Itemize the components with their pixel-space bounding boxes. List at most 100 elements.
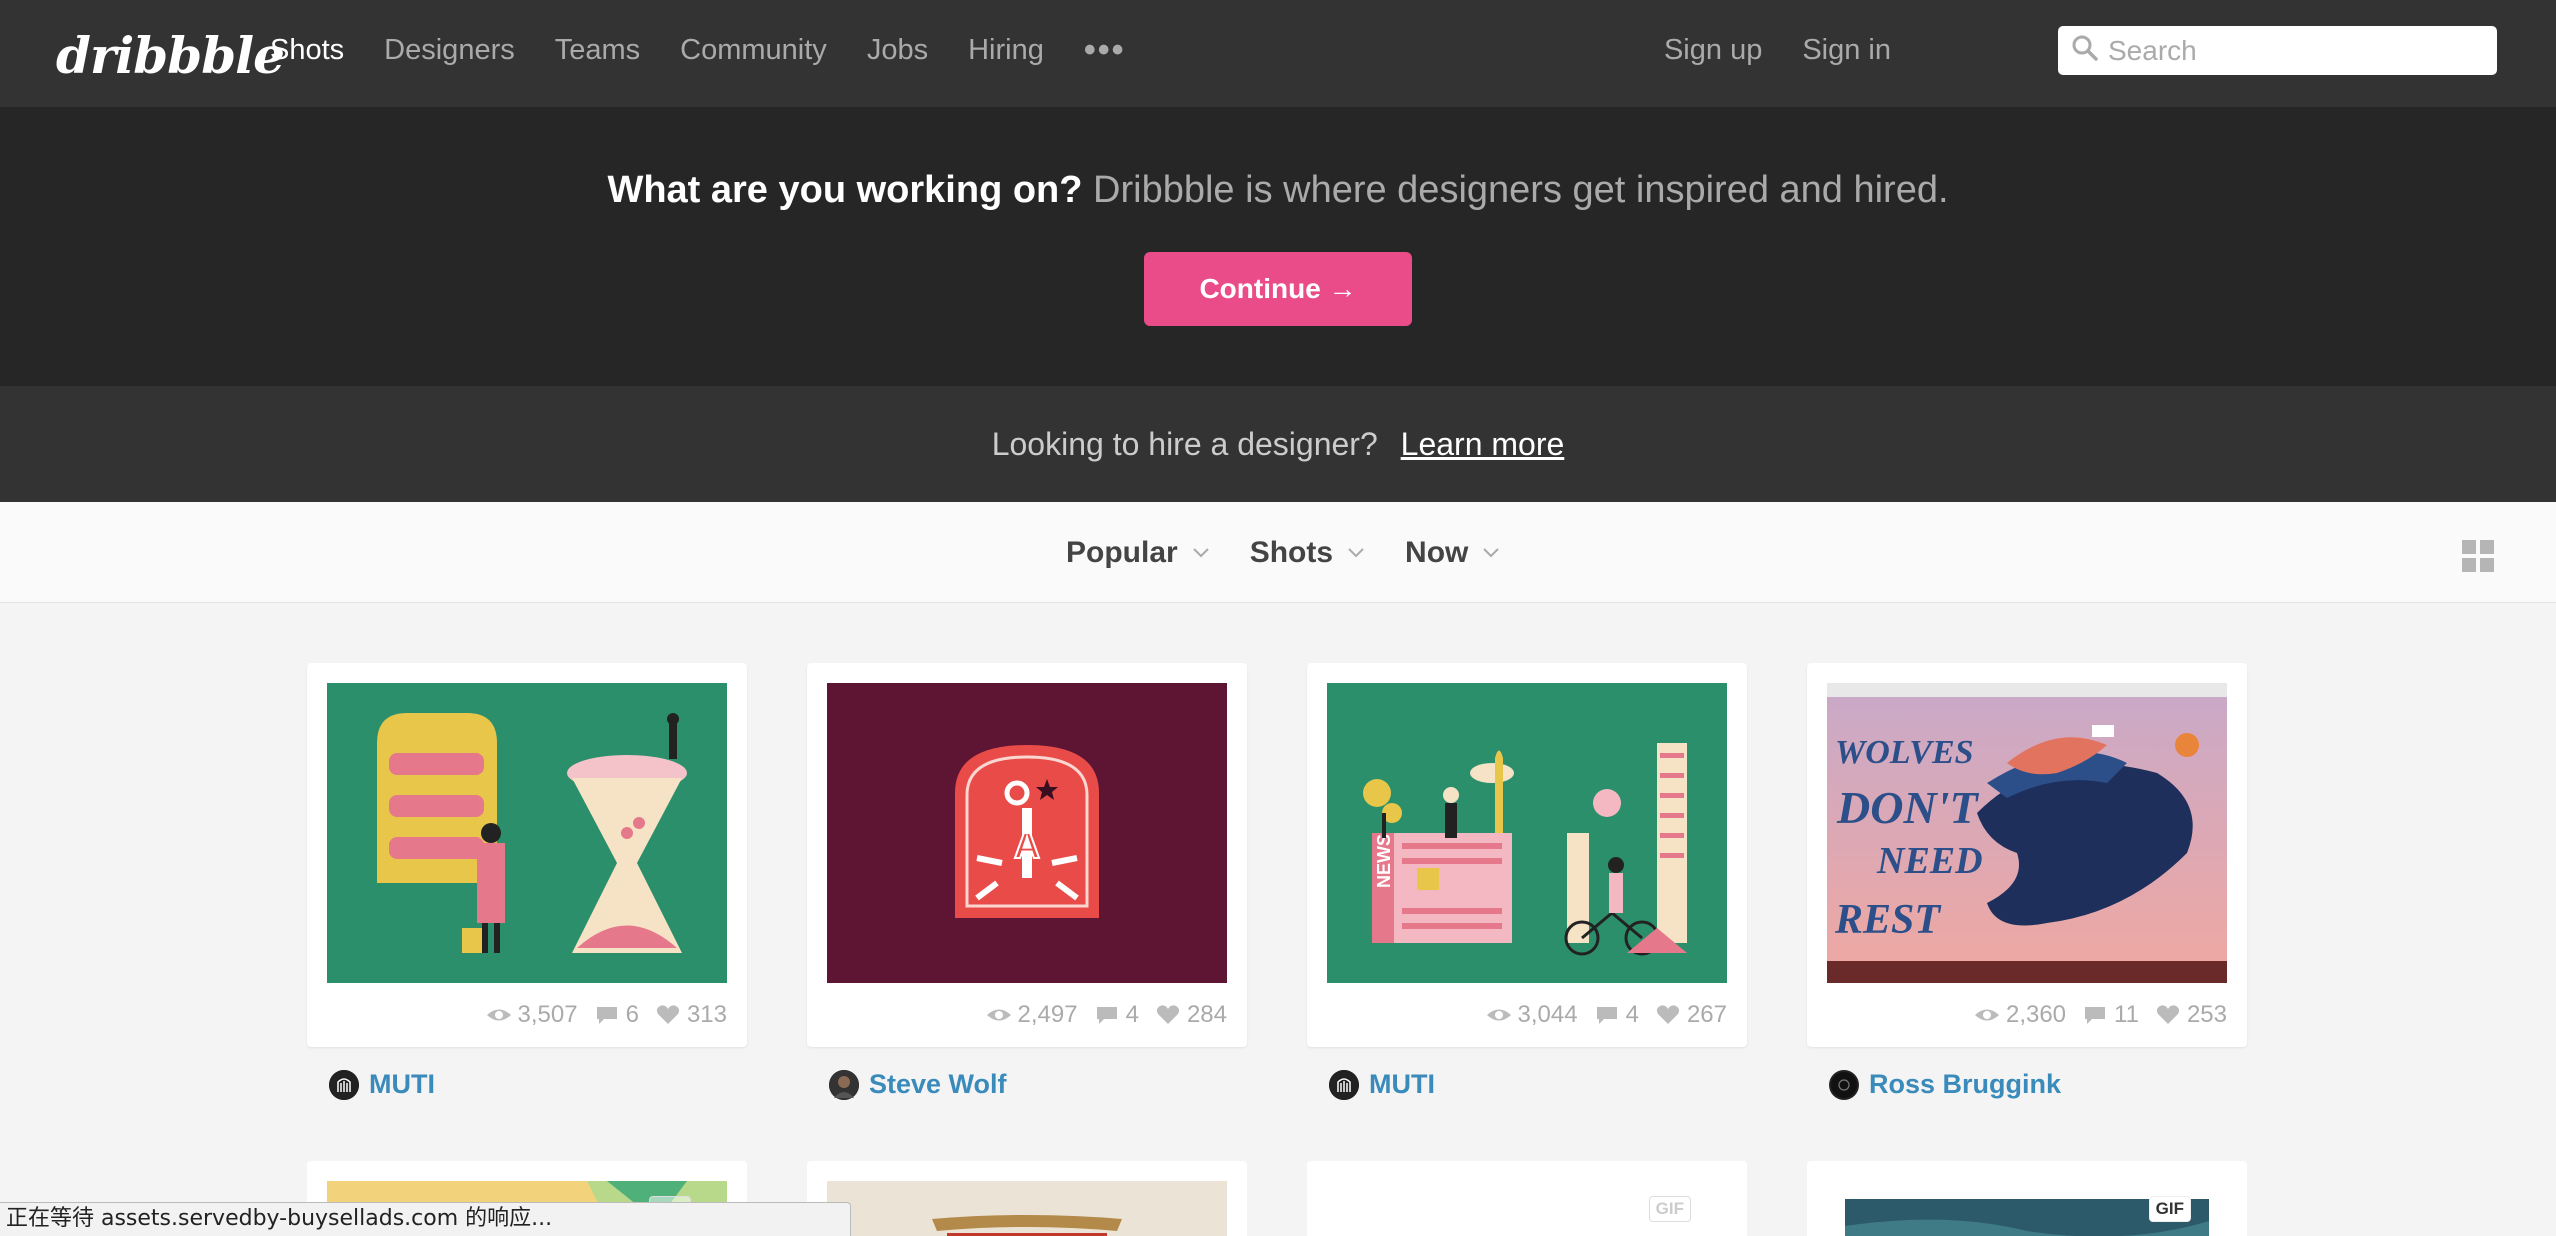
eye-icon (486, 1009, 511, 1021)
shot-author[interactable]: MUTI (1307, 1069, 1747, 1100)
views-stat: 3,507 (486, 1001, 578, 1029)
comments-stat[interactable]: 4 (1094, 1001, 1139, 1029)
hero-tagline: Dribbble is where designers get inspired… (1093, 169, 1949, 211)
comment-icon (1596, 1007, 1617, 1024)
shot-item: WOLVES DON'T NEED REST 2,360 11 253 Ross… (1807, 663, 2247, 1100)
time-filter-dropdown[interactable]: Now (1405, 536, 1500, 570)
nav-community[interactable]: Community (680, 34, 827, 67)
heart-icon (1156, 1005, 1180, 1024)
shot-card[interactable]: NEWS 3,044 4 267 (1307, 663, 1747, 1047)
hero-question: What are you working on? (607, 169, 1083, 211)
shot-author[interactable]: MUTI (307, 1069, 747, 1100)
chevron-down-icon (1483, 547, 1500, 557)
news-sign-text: NEWS (1374, 834, 1394, 888)
time-filter-label: Now (1405, 535, 1469, 569)
comment-icon (596, 1007, 617, 1024)
nav-shots[interactable]: Shots (270, 34, 344, 67)
shot-thumbnail[interactable] (327, 683, 727, 983)
shot-stats: 3,507 6 313 (327, 983, 727, 1047)
top-nav: dribbble Shots Designers Teams Community… (0, 0, 2556, 107)
search-icon (2070, 33, 2100, 68)
likes-count: 253 (2186, 1001, 2227, 1028)
comments-count: 11 (2114, 1001, 2139, 1028)
chevron-down-icon (1348, 547, 1364, 557)
gif-badge: GIF (2148, 1196, 2191, 1222)
sign-in-link[interactable]: Sign in (1802, 34, 1891, 67)
nav-hiring[interactable]: Hiring (968, 34, 1044, 67)
filter-bar: Popular Shots Now (0, 502, 2556, 603)
dribbble-logo[interactable]: dribbble (56, 26, 285, 85)
comments-stat[interactable]: 6 (594, 1001, 639, 1029)
shot-stats: 3,044 4 267 (1327, 983, 1727, 1047)
shot-author[interactable]: Ross Bruggink (1807, 1069, 2247, 1100)
comments-stat[interactable]: 4 (1594, 1001, 1639, 1029)
dont-text: DON'T (1836, 782, 1979, 833)
likes-stat[interactable]: 267 (1655, 1001, 1727, 1029)
likes-stat[interactable]: 313 (655, 1001, 727, 1029)
type-filter-label: Shots (1249, 535, 1334, 569)
heart-icon (2156, 1005, 2180, 1024)
likes-stat[interactable]: 253 (2155, 1001, 2227, 1029)
more-menu-icon[interactable]: ••• (1084, 31, 1126, 70)
author-name[interactable]: Steve Wolf (869, 1069, 1007, 1100)
wolves-text: WOLVES (1835, 734, 1974, 771)
search-input[interactable] (2108, 34, 2488, 67)
avatar[interactable] (1829, 1069, 1859, 1100)
grid-view-icon[interactable] (2462, 540, 2494, 572)
hero-banner: What are you working on? Dribbble is whe… (0, 107, 2556, 386)
nav-teams[interactable]: Teams (555, 34, 640, 67)
eye-icon (986, 1009, 1011, 1021)
shot-thumbnail[interactable]: A (827, 683, 1227, 983)
author-name[interactable]: Ross Bruggink (1869, 1069, 2061, 1100)
comment-icon (1096, 1007, 1117, 1024)
author-name[interactable]: MUTI (369, 1069, 435, 1100)
shot-thumbnail[interactable]: NEWS (1327, 683, 1727, 983)
views-stat: 2,360 (1974, 1001, 2066, 1029)
hero-headline: What are you working on? Dribbble is whe… (0, 169, 2556, 212)
eye-icon (1974, 1009, 1999, 1021)
shot-item: NEWS 3,044 4 267 MUTI (1307, 663, 1747, 1100)
continue-button[interactable]: Continue → (1144, 252, 1412, 326)
hire-text: Looking to hire a designer? (991, 426, 1378, 462)
need-text: NEED (1876, 840, 1983, 882)
shot-card[interactable]: GIF (1807, 1161, 2247, 1236)
learn-more-link[interactable]: Learn more (1401, 426, 1565, 462)
auth-links: Sign up Sign in (1664, 0, 1891, 100)
shot-card[interactable]: A 2,497 4 284 (807, 663, 1247, 1047)
comments-count: 6 (625, 1001, 639, 1028)
avatar[interactable] (829, 1069, 859, 1100)
likes-stat[interactable]: 284 (1155, 1001, 1227, 1029)
comments-stat[interactable]: 11 (2082, 1001, 2139, 1029)
chevron-down-icon (1192, 547, 1209, 557)
likes-count: 284 (1186, 1001, 1227, 1028)
type-filter-dropdown[interactable]: Shots (1250, 536, 1365, 570)
comments-count: 4 (1625, 1001, 1639, 1028)
nav-designers[interactable]: Designers (384, 34, 515, 67)
views-stat: 2,497 (986, 1001, 1078, 1029)
shot-card[interactable]: GIF (1307, 1161, 1747, 1236)
shot-card[interactable]: WOLVES DON'T NEED REST 2,360 11 253 (1807, 663, 2247, 1047)
sort-filter-dropdown[interactable]: Popular (1066, 536, 1210, 570)
heart-icon (1656, 1005, 1680, 1024)
eye-icon (1486, 1009, 1511, 1021)
shot-item: 3,507 6 313 MUTI (307, 663, 747, 1100)
hire-bar: Looking to hire a designer? Learn more (0, 386, 2556, 502)
views-stat: 3,044 (1486, 1001, 1578, 1029)
nav-jobs[interactable]: Jobs (867, 34, 928, 67)
views-count: 2,497 (1017, 1001, 1078, 1028)
avatar[interactable] (329, 1069, 359, 1100)
avatar[interactable] (1329, 1069, 1359, 1100)
search-box[interactable] (2058, 26, 2497, 75)
views-count: 3,044 (1517, 1001, 1578, 1028)
sign-up-link[interactable]: Sign up (1664, 34, 1762, 67)
sort-filter-label: Popular (1066, 535, 1178, 569)
shot-thumbnail[interactable]: WOLVES DON'T NEED REST (1827, 683, 2227, 983)
shot-author[interactable]: Steve Wolf (807, 1069, 1247, 1100)
gif-badge: GIF (1648, 1196, 1691, 1222)
likes-count: 313 (686, 1001, 727, 1028)
shot-stats: 2,360 11 253 (1827, 983, 2227, 1047)
shot-card[interactable]: 3,507 6 313 (307, 663, 747, 1047)
shot-card[interactable] (807, 1161, 1247, 1236)
author-name[interactable]: MUTI (1369, 1069, 1435, 1100)
browser-status-bar: 正在等待 assets.servedby-buysellads.com 的响应.… (0, 1202, 851, 1236)
